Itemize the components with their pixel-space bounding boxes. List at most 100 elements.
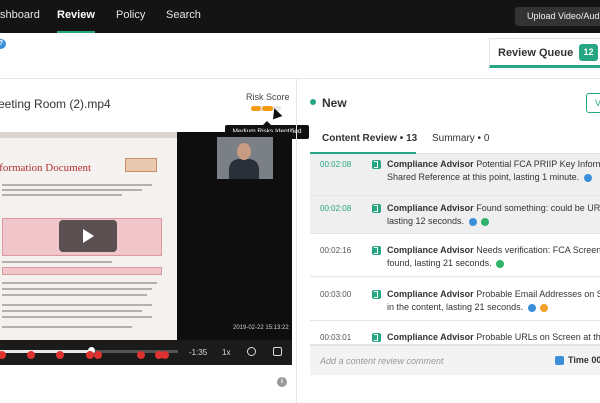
review-item-message-cont: Shared Reference at this point, lasting … <box>387 172 580 182</box>
compliance-advisor-icon <box>372 290 381 299</box>
document-text-line <box>2 184 152 186</box>
info-icon[interactable]: i <box>277 377 287 387</box>
compliance-advisor-icon <box>372 333 381 342</box>
review-item-source: Compliance Advisor <box>387 332 474 342</box>
upload-button[interactable]: Upload Video/Audio <box>515 7 600 26</box>
review-item[interactable]: 00:02:16 Compliance Advisor Needs verifi… <box>310 234 600 277</box>
document-toolbar <box>0 132 177 138</box>
tab-summary[interactable]: Summary • 0 <box>432 133 489 144</box>
review-item-text: Compliance Advisor Probable Email Addres… <box>387 288 600 301</box>
review-item[interactable]: 00:02:08 Compliance Advisor Potential FC… <box>310 154 600 196</box>
document-text-line <box>2 189 142 191</box>
nav-review[interactable]: Review <box>57 0 95 33</box>
nav-dashboard[interactable]: Dashboard <box>0 0 40 33</box>
document-text-line <box>2 310 142 312</box>
review-item-message: Potential FCA PRIIP Key Information <box>476 159 600 169</box>
document-text-line <box>2 326 132 328</box>
review-item-time[interactable]: 00:02:08 <box>320 204 351 213</box>
top-navigation-bar: Dashboard Review Policy Search Upload Vi… <box>0 0 600 33</box>
risk-marker[interactable] <box>27 351 35 359</box>
review-item-time[interactable]: 00:02:08 <box>320 160 351 169</box>
video-title: Meeting Room (2).mp4 <box>0 97 111 111</box>
risk-marker[interactable] <box>161 351 169 359</box>
document-highlight-box <box>2 267 162 275</box>
review-item-message-cont: in the content, lasting 21 seconds. <box>387 302 524 312</box>
review-item-text: Shared Reference at this point, lasting … <box>387 171 600 184</box>
review-queue-label: Review Queue <box>498 47 574 59</box>
review-item-message: Probable Email Addresses on Sc <box>476 289 600 299</box>
review-item[interactable]: 00:03:01 Compliance Advisor Probable URL… <box>310 321 600 345</box>
presenter-body <box>229 159 259 179</box>
review-item-source: Compliance Advisor <box>387 245 474 255</box>
document-text-line <box>2 294 147 296</box>
time-label: Time 00: <box>568 355 600 365</box>
document-logo <box>125 158 157 172</box>
fullscreen-icon[interactable] <box>273 347 282 356</box>
review-item-text: Compliance Advisor Potential FCA PRIIP K… <box>387 158 600 171</box>
checkbox-icon[interactable] <box>555 356 564 365</box>
review-item[interactable]: 00:02:08 Compliance Advisor Found someth… <box>310 196 600 234</box>
info-badge-icon[interactable] <box>583 173 592 182</box>
video-player[interactable]: Information Document 2019-02-22 15:13:22… <box>0 132 292 365</box>
review-item-text: in the content, lasting 21 seconds. <box>387 301 600 314</box>
status-dot <box>310 99 316 105</box>
review-queue-tab[interactable]: Review Queue 12 <box>489 38 600 68</box>
tab-content-review[interactable]: Content Review • 13 <box>322 133 417 144</box>
presenter-face <box>237 143 251 160</box>
review-item-text: Compliance Advisor Needs verification: F… <box>387 244 600 257</box>
comment-input[interactable]: Add a content review comment Time 00: <box>310 345 600 375</box>
review-item-time[interactable]: 00:03:01 <box>320 333 351 342</box>
review-item-message-cont: found, lasting 21 seconds. <box>387 258 492 268</box>
settings-icon[interactable] <box>247 347 256 356</box>
progress-fill <box>0 350 91 353</box>
review-item-message: Needs verification: FCA Screen D <box>476 245 600 255</box>
review-item-source: Compliance Advisor <box>387 159 474 169</box>
document-text-line <box>2 288 152 290</box>
risk-marker[interactable] <box>137 351 145 359</box>
document-text-line <box>2 282 157 284</box>
webcam-overlay <box>217 137 273 179</box>
risk-marker[interactable] <box>56 351 64 359</box>
action-button[interactable]: V <box>586 93 600 113</box>
document-text-line <box>2 316 152 318</box>
document-text-line <box>2 304 152 306</box>
document-text-line <box>2 194 122 196</box>
review-item[interactable]: 00:03:00 Compliance Advisor Probable Ema… <box>310 277 600 321</box>
info-badge-icon[interactable] <box>468 217 477 226</box>
review-item-message: Found something: could be URL <box>476 203 600 213</box>
info-icon[interactable]: ? <box>0 39 6 49</box>
video-timestamp: 2019-02-22 15:13:22 <box>233 325 289 331</box>
playback-speed[interactable]: 1x <box>222 348 230 357</box>
nav-search[interactable]: Search <box>166 0 201 33</box>
time-remaining: -1:35 <box>189 348 208 357</box>
review-item-time[interactable]: 00:02:16 <box>320 246 351 255</box>
review-item-message: Probable URLs on Screen at this <box>476 332 600 342</box>
review-queue-count-badge: 12 <box>579 44 598 61</box>
compliance-advisor-icon <box>372 160 381 169</box>
risk-segment-low <box>251 106 261 111</box>
document-title: Information Document <box>0 162 92 174</box>
check-badge-icon[interactable] <box>481 217 490 226</box>
review-item-text: lasting 12 seconds. <box>387 215 600 228</box>
review-status: New <box>322 96 347 110</box>
review-item-time[interactable]: 00:03:00 <box>320 290 351 299</box>
nav-policy[interactable]: Policy <box>116 0 145 33</box>
review-item-text: Compliance Advisor Found something: coul… <box>387 202 600 215</box>
warning-badge-icon[interactable] <box>540 303 549 312</box>
review-item-source: Compliance Advisor <box>387 203 474 213</box>
pane-divider <box>296 79 297 403</box>
risk-score-label: Risk Score <box>246 92 290 102</box>
review-item-text: Compliance Advisor Probable URLs on Scre… <box>387 331 600 344</box>
check-badge-icon[interactable] <box>496 259 505 268</box>
play-icon[interactable] <box>59 220 117 252</box>
risk-marker[interactable] <box>94 351 102 359</box>
info-badge-icon[interactable] <box>527 303 536 312</box>
compliance-advisor-icon <box>372 204 381 213</box>
risk-marker[interactable] <box>86 351 94 359</box>
review-item-source: Compliance Advisor <box>387 289 474 299</box>
review-item-text: found, lasting 21 seconds. <box>387 257 600 270</box>
document-text-line <box>2 261 112 263</box>
header-divider <box>0 78 600 79</box>
compliance-advisor-icon <box>372 246 381 255</box>
review-item-message-cont: lasting 12 seconds. <box>387 216 465 226</box>
